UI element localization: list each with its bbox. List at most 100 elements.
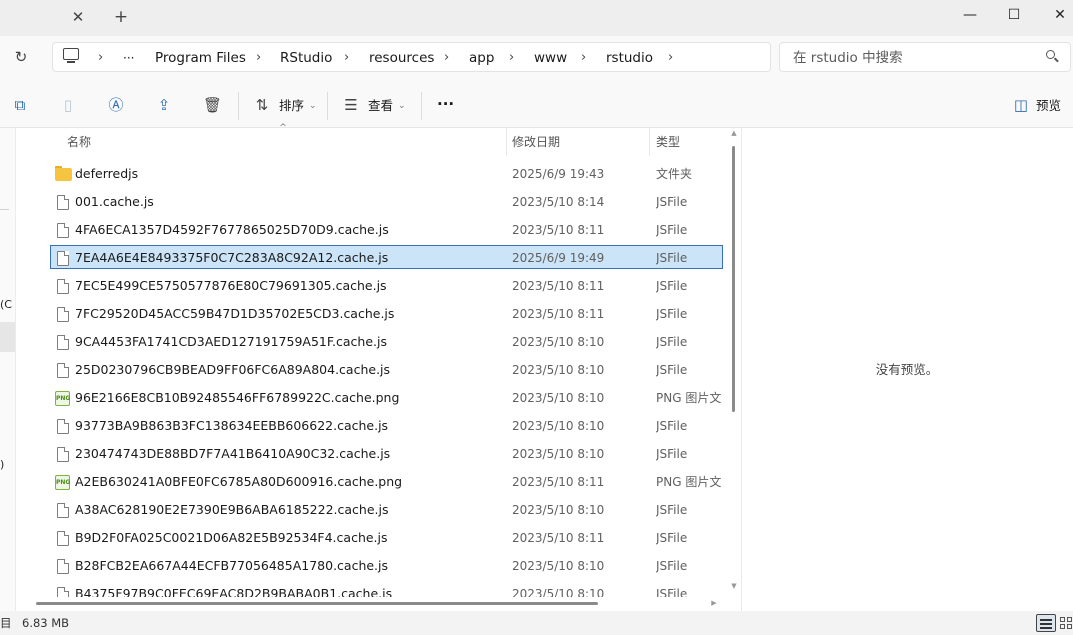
column-divider[interactable] <box>649 128 650 156</box>
file-icon <box>57 335 69 350</box>
scroll-down-icon[interactable]: ▼ <box>728 581 740 591</box>
file-type: JSFile <box>656 335 688 349</box>
breadcrumb-app[interactable]: app <box>469 49 494 67</box>
file-date-modified: 2023/5/10 8:11 <box>512 307 605 321</box>
toolbar-divider <box>327 92 328 120</box>
file-type: JSFile <box>656 447 688 461</box>
file-type: JSFile <box>656 279 688 293</box>
chevron-right-icon[interactable]: › <box>344 49 349 67</box>
delete-icon[interactable]: 🗑 <box>203 96 222 114</box>
breadcrumb-www[interactable]: www <box>534 49 567 67</box>
file-icon <box>57 195 69 210</box>
chevron-down-icon[interactable]: ⌄ <box>309 98 317 114</box>
title-bar <box>0 0 1073 36</box>
new-tab-button[interactable]: + <box>112 7 130 27</box>
file-date-modified: 2023/5/10 8:10 <box>512 503 605 517</box>
chevron-right-icon[interactable]: › <box>98 49 103 67</box>
file-type: PNG 图片文 <box>656 391 722 405</box>
file-name: 001.cache.js <box>75 194 154 209</box>
chevron-right-icon[interactable]: › <box>256 49 261 67</box>
chevron-right-icon[interactable]: › <box>668 49 673 67</box>
breadcrumb-rstudio[interactable]: rstudio <box>606 49 653 67</box>
file-name: 7EC5E499CE5750577876E80C79691305.cache.j… <box>75 278 387 293</box>
file-icon <box>57 531 69 546</box>
close-window-button[interactable]: ✕ <box>1037 0 1073 32</box>
file-name: B28FCB2EA667A44ECFB77056485A1780.cache.j… <box>75 558 389 573</box>
preview-button[interactable]: 预览 <box>1036 98 1061 114</box>
breadcrumb-more[interactable]: ··· <box>123 49 134 67</box>
file-date-modified: 2023/5/10 8:10 <box>512 391 605 405</box>
this-pc-icon[interactable] <box>63 48 79 60</box>
file-type: 文件夹 <box>656 167 693 181</box>
file-name: 7EA4A6E4E8493375F0C7C283A8C92A12.cache.j… <box>75 250 389 265</box>
file-date-modified: 2023/5/10 8:10 <box>512 335 605 349</box>
maximize-button[interactable]: ☐ <box>991 0 1037 32</box>
file-icon <box>57 587 69 597</box>
scroll-right-icon[interactable]: ▶ <box>708 598 720 608</box>
preview-empty-text: 没有预览。 <box>875 362 939 377</box>
file-date-modified: 2023/5/10 8:10 <box>512 419 605 433</box>
file-name: A38AC628190E2E7390E9B6ABA6185222.cache.j… <box>75 502 389 517</box>
breadcrumb-resources[interactable]: resources <box>369 49 434 67</box>
file-name: 25D0230796CB9BEAD9FF06FC6A89A804.cache.j… <box>75 362 391 377</box>
chevron-right-icon[interactable]: › <box>509 49 514 67</box>
toolbar-divider <box>421 92 422 120</box>
file-date-modified: 2023/5/10 8:11 <box>512 475 605 489</box>
horizontal-scrollbar-thumb[interactable] <box>36 602 598 605</box>
file-icon <box>57 251 69 266</box>
chevron-right-icon[interactable]: › <box>444 49 449 67</box>
column-header-name[interactable]: 名称 <box>67 134 91 150</box>
minimize-button[interactable]: — <box>947 0 993 32</box>
file-type: JSFile <box>656 559 688 573</box>
file-date-modified: 2025/6/9 19:49 <box>512 251 605 265</box>
file-list: deferredjs 2025/6/9 19:43 文件夹 001.cache.js 2… <box>0 156 729 597</box>
breadcrumb-program-files[interactable]: Program Files <box>155 49 246 67</box>
scroll-up-icon[interactable]: ▲ <box>728 128 740 138</box>
search-placeholder[interactable]: 在 rstudio 中搜索 <box>793 49 903 67</box>
details-view-button[interactable] <box>1036 614 1056 632</box>
rename-icon[interactable]: Ⓐ <box>107 96 125 114</box>
file-type: JSFile <box>656 251 688 265</box>
column-header-type[interactable]: 类型 <box>656 134 680 150</box>
preview-pane-icon[interactable]: ◫ <box>1012 96 1030 114</box>
file-icon <box>57 363 69 378</box>
vertical-scrollbar-thumb[interactable] <box>732 146 735 412</box>
column-divider[interactable] <box>506 128 507 156</box>
chevron-right-icon[interactable]: › <box>581 49 586 67</box>
file-date-modified: 2025/6/9 19:43 <box>512 167 605 181</box>
file-type: JSFile <box>656 587 688 597</box>
sort-icon[interactable]: ⇅ <box>253 96 271 114</box>
file-icon <box>57 279 69 294</box>
file-name: 9CA4453FA1741CD3AED127191759A51F.cache.j… <box>75 334 387 349</box>
file-name: 4FA6ECA1357D4592F7677865025D70D9.cache.j… <box>75 222 389 237</box>
file-name: B9D2F0FA025C0021D06A82E5B92534F4.cache.j… <box>75 530 388 545</box>
chevron-down-icon[interactable]: ⌄ <box>398 98 406 114</box>
file-date-modified: 2023/5/10 8:14 <box>512 195 605 209</box>
file-type: JSFile <box>656 195 688 209</box>
file-icon <box>57 307 69 322</box>
png-image-icon: PNG <box>55 475 70 490</box>
column-header-date[interactable]: 修改日期 <box>512 134 560 150</box>
more-options-button[interactable]: ··· <box>437 96 454 112</box>
file-date-modified: 2023/5/10 8:11 <box>512 279 605 293</box>
status-bar <box>0 611 1073 635</box>
breadcrumb-rstudio-root[interactable]: RStudio <box>280 49 332 67</box>
refresh-icon[interactable]: ↻ <box>12 47 30 67</box>
sort-button[interactable]: 排序 <box>279 98 304 114</box>
copy-icon[interactable]: ⧉ <box>11 96 29 114</box>
folder-icon <box>55 168 72 181</box>
view-button[interactable]: 查看 <box>368 98 393 114</box>
file-date-modified: 2023/5/10 8:10 <box>512 447 605 461</box>
tab-close-icon[interactable]: ✕ <box>70 8 86 26</box>
share-icon[interactable]: ⇪ <box>155 96 173 114</box>
file-date-modified: 2023/5/10 8:10 <box>512 559 605 573</box>
paste-icon[interactable]: ▯ <box>59 96 77 114</box>
tiles-view-button[interactable] <box>1059 615 1073 631</box>
file-name: 93773BA9B863B3FC138634EEBB606622.cache.j… <box>75 418 389 433</box>
file-type: JSFile <box>656 503 688 517</box>
view-icon[interactable]: ☰ <box>342 96 360 114</box>
table-row[interactable] <box>50 161 723 185</box>
sort-ascending-icon: ^ <box>279 123 287 133</box>
file-date-modified: 2023/5/10 8:10 <box>512 363 605 377</box>
file-date-modified: 2023/5/10 8:11 <box>512 531 605 545</box>
